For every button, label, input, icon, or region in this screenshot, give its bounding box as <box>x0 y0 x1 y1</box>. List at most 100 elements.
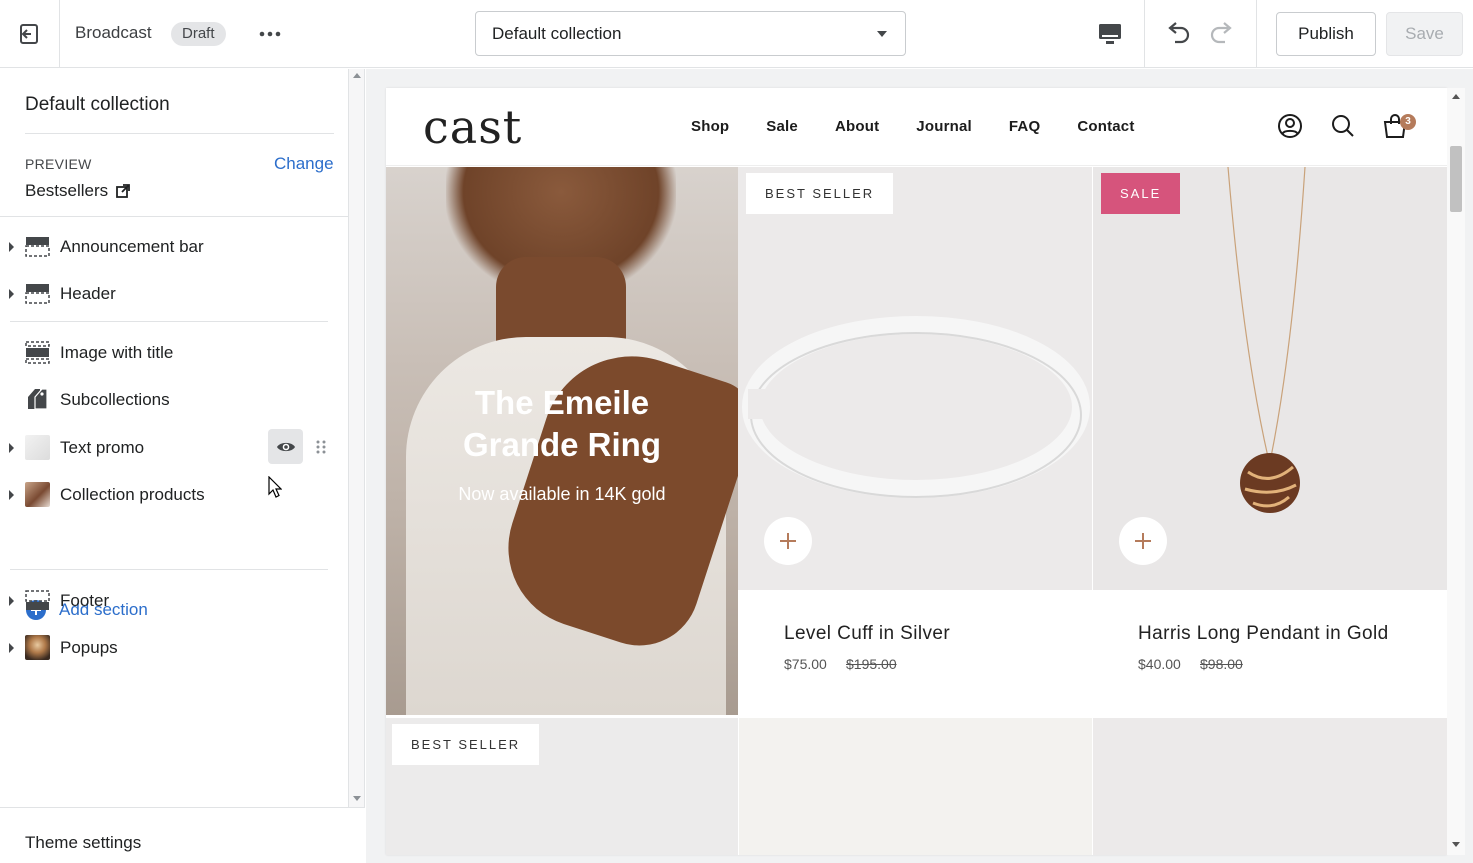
section-label: Header <box>60 284 116 303</box>
eye-icon <box>276 442 295 451</box>
redo-button[interactable] <box>1204 16 1240 52</box>
toggle-visibility-button[interactable] <box>268 429 303 464</box>
section-layout-icon <box>25 237 50 257</box>
nav-link-contact[interactable]: Contact <box>1077 118 1134 135</box>
product-compare-price: $195.00 <box>846 656 897 672</box>
expand-arrow-icon[interactable] <box>9 443 14 453</box>
section-popups[interactable]: Popups <box>0 626 349 670</box>
desktop-icon <box>1099 24 1121 44</box>
hero-title: The Emeile Grande Ring <box>386 382 738 466</box>
plus-icon <box>1135 533 1151 549</box>
save-button[interactable]: Save <box>1386 12 1463 56</box>
account-icon[interactable] <box>1276 112 1304 140</box>
thumbnail-image <box>25 435 50 460</box>
section-label: Footer <box>60 591 110 610</box>
hero-title-line: The Emeile <box>474 384 650 421</box>
theme-settings-button[interactable]: Theme settings <box>0 807 365 863</box>
exit-button[interactable] <box>0 0 60 68</box>
exit-icon <box>19 24 38 44</box>
undo-icon <box>1168 22 1190 44</box>
nav-link-about[interactable]: About <box>835 118 879 135</box>
hero-title-line: Grande Ring <box>462 426 662 463</box>
product-price: $75.00 <box>784 656 827 672</box>
sidebar-scrollbar[interactable] <box>349 69 365 807</box>
section-label: Popups <box>60 638 118 657</box>
expand-arrow-icon[interactable] <box>9 242 14 252</box>
product-badge: BEST SELLER <box>392 724 540 765</box>
preview-label: PREVIEW <box>25 156 92 172</box>
section-header[interactable]: Header <box>0 272 349 316</box>
section-announcement-bar[interactable]: Announcement bar <box>0 225 349 269</box>
nav-link-journal[interactable]: Journal <box>916 118 972 135</box>
more-actions-button[interactable] <box>255 20 285 48</box>
product-image[interactable]: BEST SELLER <box>386 718 738 855</box>
thumbnail-image <box>25 635 50 660</box>
hero-subtitle: Now available in 14K gold <box>458 484 666 504</box>
change-preview-link[interactable]: Change <box>274 154 334 174</box>
product-image[interactable]: SALE <box>1093 167 1447 590</box>
editor-topbar: Broadcast Draft Default collection Publi… <box>0 0 1473 68</box>
section-footer[interactable]: Footer <box>0 579 349 623</box>
scroll-down-icon[interactable] <box>1452 842 1460 847</box>
scroll-up-icon[interactable] <box>353 73 361 78</box>
expand-arrow-icon[interactable] <box>9 596 14 606</box>
image-section-icon <box>25 341 50 364</box>
theme-settings-label: Theme settings <box>25 833 142 852</box>
section-label: Subcollections <box>60 390 170 409</box>
chevron-down-icon <box>877 31 887 37</box>
external-link-icon <box>116 184 131 198</box>
publish-button[interactable]: Publish <box>1276 12 1376 56</box>
preview-scrollbar[interactable] <box>1447 88 1465 855</box>
product-badge: BEST SELLER <box>746 173 894 214</box>
expand-arrow-icon[interactable] <box>9 289 14 299</box>
quick-add-button[interactable] <box>764 517 812 565</box>
section-layout-icon <box>25 284 50 304</box>
quick-add-button[interactable] <box>1119 517 1167 565</box>
store-nav: Shop Sale About Journal FAQ Contact <box>691 118 1172 135</box>
undo-button[interactable] <box>1160 16 1196 52</box>
expand-arrow-icon[interactable] <box>9 490 14 500</box>
product-image[interactable] <box>739 718 1092 855</box>
section-label: Image with title <box>60 343 174 362</box>
store-header: cast Shop Sale About Journal FAQ Contact… <box>386 88 1447 166</box>
scrollbar-thumb[interactable] <box>1450 146 1462 212</box>
drag-handle-icon[interactable] <box>315 439 327 455</box>
section-image-with-title[interactable]: Image with title <box>0 331 349 375</box>
product-card[interactable]: BEST SELLER Level Cuff in Silver $75.00 … <box>738 167 1092 715</box>
preview-value-text: Bestsellers <box>25 181 109 200</box>
section-layout-icon <box>25 590 50 610</box>
divider <box>25 133 334 134</box>
cart-count-badge: 3 <box>1400 114 1416 130</box>
divider <box>1144 0 1145 68</box>
preview-value[interactable]: Bestsellers <box>25 181 131 201</box>
search-icon[interactable] <box>1329 112 1357 140</box>
divider <box>1256 0 1257 68</box>
template-select[interactable]: Default collection <box>475 11 906 56</box>
product-title[interactable]: Level Cuff in Silver <box>784 623 950 645</box>
more-icon <box>259 31 281 37</box>
hero-image[interactable]: The Emeile Grande Ring Now available in … <box>386 167 738 715</box>
scroll-down-icon[interactable] <box>353 796 361 801</box>
section-label: Text promo <box>60 438 145 457</box>
nav-link-sale[interactable]: Sale <box>766 118 798 135</box>
device-preview-button[interactable] <box>1090 16 1130 52</box>
sidebar-title: Default collection <box>25 94 170 115</box>
product-title[interactable]: Harris Long Pendant in Gold <box>1138 623 1389 645</box>
scroll-up-icon[interactable] <box>1452 94 1460 99</box>
nav-link-faq[interactable]: FAQ <box>1009 118 1040 135</box>
section-label: Announcement bar <box>60 237 204 256</box>
plus-icon <box>780 533 796 549</box>
template-select-value: Default collection <box>492 24 622 43</box>
divider <box>0 216 349 217</box>
divider <box>10 321 328 322</box>
product-image[interactable] <box>1093 718 1447 855</box>
store-logo[interactable]: cast <box>423 100 522 154</box>
nav-link-shop[interactable]: Shop <box>691 118 729 135</box>
section-collection-products[interactable]: Collection products <box>0 473 349 517</box>
section-subcollections[interactable]: Subcollections <box>0 378 349 422</box>
product-card[interactable]: SALE Harris Long Pendant in Gold $40.00 … <box>1093 167 1447 715</box>
product-image[interactable]: BEST SELLER <box>738 167 1092 590</box>
thumbnail-image <box>25 482 50 507</box>
mouse-cursor-icon <box>268 476 282 498</box>
expand-arrow-icon[interactable] <box>9 643 14 653</box>
